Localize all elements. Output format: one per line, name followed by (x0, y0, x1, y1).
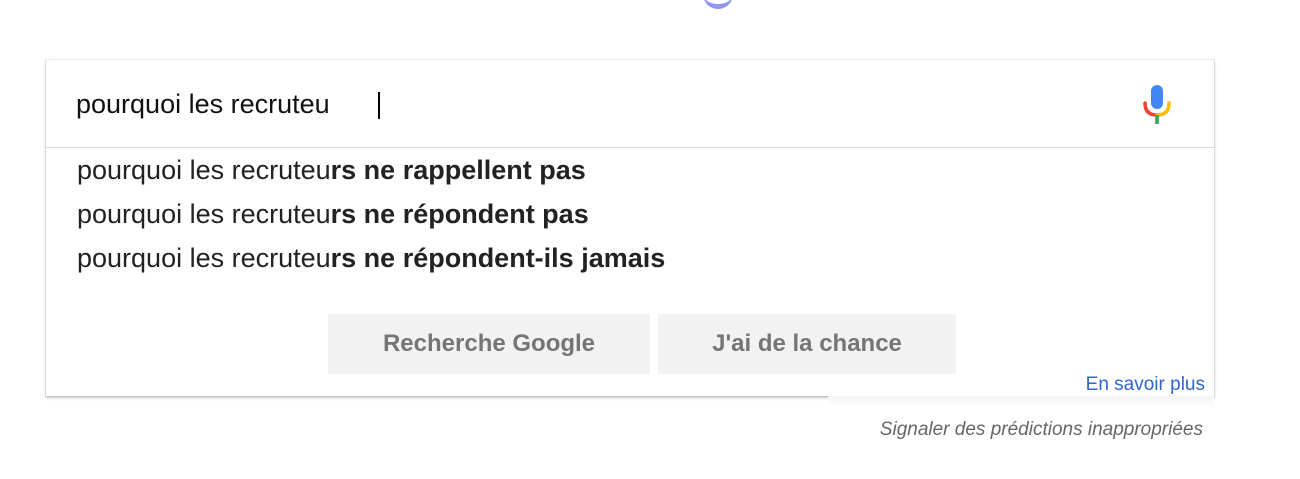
suggestion-typed-text: pourquoi les recruteu (77, 243, 331, 273)
google-search-button[interactable]: Recherche Google (328, 314, 650, 374)
suggestion-item[interactable]: pourquoi les recruteurs ne répondent pas (46, 192, 1214, 236)
suggestion-completion-text: rs ne rappellent pas (330, 155, 586, 185)
search-panel: pourquoi les recruteurs ne rappellent pa… (46, 60, 1214, 396)
google-logo-fragment (703, 0, 733, 9)
suggestion-typed-text: pourquoi les recruteu (77, 199, 331, 229)
suggestion-completion-text: rs ne répondent-ils jamais (330, 243, 666, 273)
learn-more-link[interactable]: En savoir plus (1086, 374, 1205, 396)
search-input[interactable] (76, 84, 1076, 124)
text-caret (378, 92, 380, 119)
report-predictions-link[interactable]: Signaler des prédictions inappropriées (880, 419, 1203, 441)
suggestion-typed-text: pourquoi les recruteu (77, 155, 331, 185)
feeling-lucky-button[interactable]: J'ai de la chance (658, 314, 956, 374)
page: pourquoi les recruteurs ne rappellent pa… (0, 0, 1300, 479)
suggestion-list: pourquoi les recruteurs ne rappellent pa… (46, 148, 1214, 280)
suggestion-completion-text: rs ne répondent pas (330, 199, 589, 229)
suggestion-item[interactable]: pourquoi les recruteurs ne rappellent pa… (46, 148, 1214, 192)
report-divider (828, 396, 1214, 408)
suggestion-item[interactable]: pourquoi les recruteurs ne répondent-ils… (46, 236, 1214, 280)
search-bar (46, 60, 1214, 148)
search-buttons: Recherche Google J'ai de la chance (328, 314, 956, 374)
microphone-icon[interactable] (1142, 84, 1172, 126)
